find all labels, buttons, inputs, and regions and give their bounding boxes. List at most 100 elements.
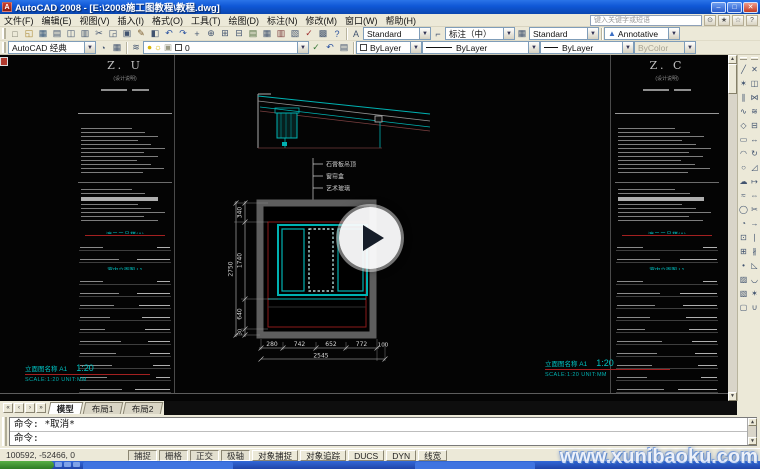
menu-item[interactable]: 视图(V): [76, 14, 114, 27]
menu-item[interactable]: 窗口(W): [341, 14, 382, 27]
menu-item[interactable]: 工具(T): [187, 14, 225, 27]
paste-icon[interactable]: ▣: [120, 27, 134, 40]
make-layer-current-icon[interactable]: ✓: [309, 41, 323, 54]
chevron-down-icon[interactable]: ▼: [587, 28, 598, 39]
toolbar-grip[interactable]: [2, 28, 6, 39]
save-icon[interactable]: ▦: [36, 27, 50, 40]
move-icon[interactable]: ↔: [749, 132, 760, 146]
pan-icon[interactable]: +: [190, 27, 204, 40]
restore-button[interactable]: □: [727, 2, 742, 13]
scrollbar-thumb[interactable]: [728, 64, 737, 94]
chevron-down-icon[interactable]: ▼: [84, 42, 95, 53]
new-icon[interactable]: □: [8, 27, 22, 40]
text-style-combo[interactable]: Standard ▼: [363, 27, 431, 40]
array-icon[interactable]: ⊟: [749, 118, 760, 132]
offset-icon[interactable]: ≋: [749, 104, 760, 118]
trim-icon[interactable]: ✂: [749, 202, 760, 216]
tab-layout2[interactable]: 布局2: [122, 402, 162, 414]
status-toggle[interactable]: 正交: [190, 450, 219, 461]
toolbar-grip[interactable]: [2, 42, 6, 53]
scroll-down-icon[interactable]: ▼: [728, 392, 737, 401]
start-button[interactable]: [0, 461, 54, 469]
toolbar-grip[interactable]: [751, 57, 758, 60]
menu-item[interactable]: 插入(I): [114, 14, 149, 27]
workspace-combo[interactable]: AutoCAD 经典 ▼: [8, 41, 96, 54]
lengthen-icon[interactable]: ⇔: [749, 188, 760, 202]
chamfer-icon[interactable]: ◺: [749, 258, 760, 272]
chevron-down-icon[interactable]: ▼: [622, 42, 633, 53]
quicklaunch-icon[interactable]: [55, 462, 62, 467]
revision-cloud-icon[interactable]: ☁: [738, 174, 749, 188]
infocenter-search-input[interactable]: 键入关键字或短语: [590, 15, 702, 26]
favorites-icon[interactable]: ☆: [732, 15, 744, 26]
quicklaunch-icon[interactable]: [73, 462, 80, 467]
layer-states-icon[interactable]: ▤: [337, 41, 351, 54]
layer-thaw-icon[interactable]: ☼: [154, 42, 162, 53]
block-editor-icon[interactable]: ◧: [148, 27, 162, 40]
chevron-down-icon[interactable]: ▼: [297, 42, 308, 53]
toolbar-grip[interactable]: [740, 57, 747, 60]
region-icon[interactable]: ▢: [738, 300, 749, 314]
mirror-icon[interactable]: ⋈: [749, 90, 760, 104]
minimize-button[interactable]: –: [711, 2, 726, 13]
zoom-realtime-icon[interactable]: ⊕: [204, 27, 218, 40]
help-icon[interactable]: ?: [746, 15, 758, 26]
layer-properties-icon[interactable]: ≋: [129, 41, 143, 54]
table-style-combo[interactable]: Standard ▼: [529, 27, 599, 40]
command-text-area[interactable]: 命令: *取消* 命令: ▲ ▼: [9, 417, 757, 446]
copy-object-icon[interactable]: ◫: [749, 76, 760, 90]
status-toggle[interactable]: 栅格: [159, 450, 188, 461]
status-toggle[interactable]: 捕捉: [128, 450, 157, 461]
tab-nav-arrow[interactable]: »: [36, 403, 46, 413]
text-style-icon[interactable]: A: [349, 27, 363, 40]
sheet-set-icon[interactable]: ▧: [288, 27, 302, 40]
hatch-icon[interactable]: ▨: [738, 272, 749, 286]
point-icon[interactable]: •: [738, 258, 749, 272]
chevron-down-icon[interactable]: ▼: [528, 42, 539, 53]
match-properties-icon[interactable]: ✎: [134, 27, 148, 40]
quickcalc-icon[interactable]: ▩: [316, 27, 330, 40]
help-icon-toolbar[interactable]: ?: [330, 27, 344, 40]
chevron-down-icon[interactable]: ▼: [668, 28, 679, 39]
make-block-icon[interactable]: ⊞: [738, 244, 749, 258]
explode-icon[interactable]: ✶: [749, 286, 760, 300]
scale-icon[interactable]: ◿: [749, 160, 760, 174]
fillet-icon[interactable]: ◡: [749, 272, 760, 286]
join-icon[interactable]: ∪: [749, 300, 760, 314]
command-window-grip[interactable]: [2, 417, 7, 446]
circle-icon[interactable]: ○: [738, 160, 749, 174]
tab-model[interactable]: 模型: [48, 402, 84, 414]
workspace-settings-icon[interactable]: ◔: [96, 41, 110, 54]
status-toggle[interactable]: 线宽: [418, 450, 447, 461]
search-icon[interactable]: ⊙: [704, 15, 716, 26]
command-input-line[interactable]: 命令:: [10, 432, 756, 446]
quicklaunch-icon[interactable]: [64, 462, 71, 467]
break-icon[interactable]: ∦: [749, 244, 760, 258]
cut-icon[interactable]: ✂: [92, 27, 106, 40]
publish-icon[interactable]: ▥: [78, 27, 92, 40]
scroll-up-icon[interactable]: ▲: [728, 55, 737, 64]
extend-icon[interactable]: →: [749, 216, 760, 230]
spline-icon[interactable]: ≈: [738, 188, 749, 202]
status-toggle[interactable]: DYN: [386, 450, 416, 461]
rotate-icon[interactable]: ↻: [749, 146, 760, 160]
status-toggle[interactable]: 对象追踪: [300, 450, 346, 461]
gradient-icon[interactable]: ▧: [738, 286, 749, 300]
chevron-down-icon[interactable]: ▼: [503, 28, 514, 39]
window-elevation-drawing[interactable]: 石膏板吊顶 窗帘盒 艺术玻璃: [225, 80, 440, 372]
dim-style-combo[interactable]: 标注（中） ▼: [445, 27, 515, 40]
annotation-scale-combo[interactable]: ▲ Annotative ▼: [604, 27, 680, 40]
table-style-icon[interactable]: ▦: [515, 27, 529, 40]
video-play-button[interactable]: [339, 207, 401, 269]
designcenter-icon[interactable]: ▦: [260, 27, 274, 40]
markup-icon[interactable]: ✓: [302, 27, 316, 40]
zoom-previous-icon[interactable]: ⊟: [232, 27, 246, 40]
undo-icon[interactable]: ↶: [162, 27, 176, 40]
scroll-down-icon[interactable]: ▼: [748, 437, 757, 445]
command-scrollbar[interactable]: ▲ ▼: [747, 418, 756, 445]
rectangle-icon[interactable]: ▭: [738, 132, 749, 146]
ellipse-icon[interactable]: ◯: [738, 202, 749, 216]
taskbar-item[interactable]: [415, 462, 535, 469]
color-combo[interactable]: ByLayer ▼: [356, 41, 422, 54]
chevron-down-icon[interactable]: ▼: [410, 42, 421, 53]
